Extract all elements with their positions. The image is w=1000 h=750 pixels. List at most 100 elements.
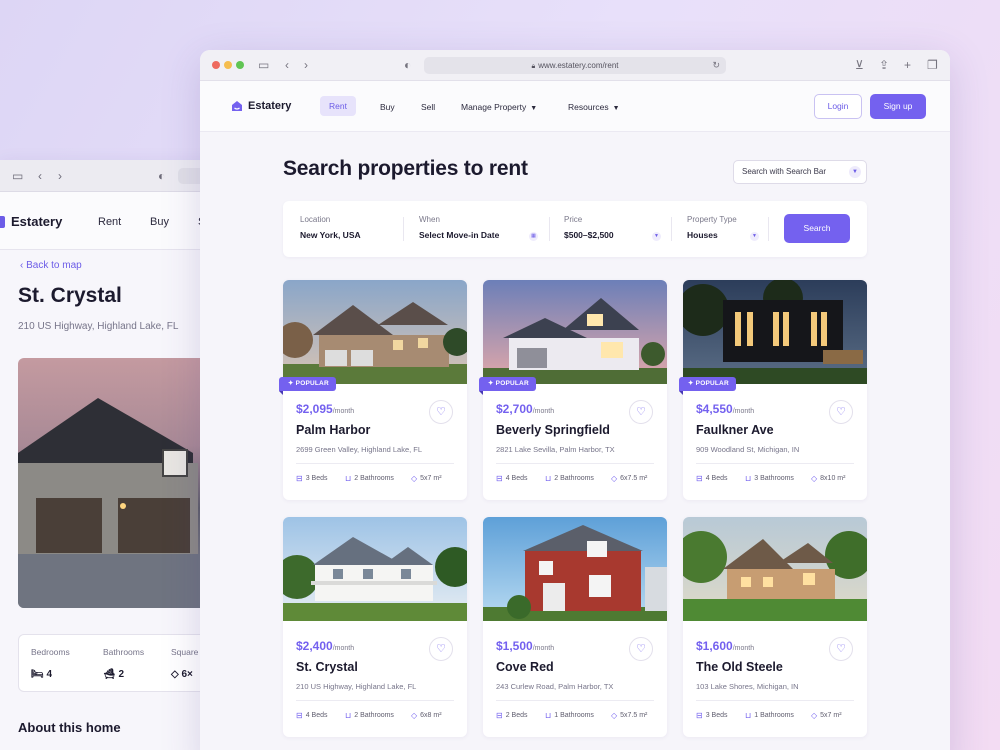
listing-beds: ⊟ 4 Beds (696, 474, 728, 483)
listing-photo[interactable] (683, 517, 867, 621)
favorite-heart-icon[interactable]: ♡ (829, 400, 853, 424)
filter-price-label: Price (564, 215, 583, 224)
chevron-down-icon[interactable]: ▼ (652, 232, 661, 241)
filter-when-label: When (419, 215, 440, 224)
minimize-window-icon[interactable] (224, 61, 232, 69)
sidebar-toggle-icon[interactable]: ▭ (12, 169, 23, 183)
listing-baths: ⊔ 2 Bathrooms (345, 711, 394, 720)
logo-house-icon (232, 101, 242, 111)
bath-icon: ⊔ (345, 711, 352, 720)
listing-name[interactable]: Beverly Springfield (496, 423, 610, 437)
forward-arrow-icon[interactable]: › (304, 58, 308, 72)
listing-size: ◇ 6x7.5 m² (611, 474, 648, 483)
favorite-heart-icon[interactable]: ♡ (629, 400, 653, 424)
nav-buy[interactable]: Buy (150, 216, 169, 228)
bed-icon: ⊟ (696, 711, 703, 720)
brand-logo[interactable]: Estatery (231, 100, 291, 112)
price-period: /month (532, 408, 555, 415)
listing-photo[interactable] (683, 280, 867, 384)
listing-baths: ⊔ 1 Bathrooms (745, 711, 794, 720)
page-title: Search properties to rent (283, 157, 528, 180)
search-button[interactable]: Search (784, 214, 850, 243)
listing-name[interactable]: Faulkner Ave (696, 423, 774, 437)
sparkle-icon: ✦ (688, 380, 696, 387)
url-bar[interactable]: 🔒︎ www.estatery.com/rent ↻ (424, 57, 726, 74)
listing-card-palm-harbor[interactable]: ✦ POPULAR $2,095/month ♡ Palm Harbor 269… (279, 280, 467, 500)
listing-price: $4,550/month (696, 402, 755, 416)
back-arrow-icon[interactable]: ‹ (285, 58, 289, 72)
listing-address: 210 US Highway, Highland Lake, FL (296, 682, 417, 691)
price-period: /month (332, 408, 355, 415)
search-mode-select[interactable]: Search with Search Bar ▼ (733, 160, 867, 184)
listing-card-cove-red[interactable]: $1,500/month ♡ Cove Red 243 Curlew Road,… (483, 517, 667, 737)
listing-name[interactable]: Cove Red (496, 660, 554, 674)
area-icon: ◇ (811, 711, 818, 720)
listing-photo[interactable] (283, 280, 467, 384)
favorite-heart-icon[interactable]: ♡ (429, 400, 453, 424)
stat-bedrooms-label: Bedrooms (31, 647, 70, 657)
reload-icon[interactable]: ↻ (712, 57, 720, 74)
nav-rent[interactable]: Rent (98, 216, 121, 228)
sidebar-toggle-icon[interactable]: ▭ (258, 58, 269, 72)
area-icon: ◇ (611, 474, 618, 483)
price-period: /month (732, 408, 755, 415)
filter-when-value: Select Move-in Date (419, 230, 500, 240)
chevron-down-icon[interactable]: ▼ (750, 232, 759, 241)
stat-bedrooms-value: 🛏︎ 4 (31, 669, 53, 680)
listing-address: 243 Curlew Road, Palm Harbor, TX (496, 682, 614, 691)
listing-photo[interactable] (483, 280, 667, 384)
nav-manage-property[interactable]: Manage Property ▼ (461, 102, 537, 112)
bath-icon: ⊔ (745, 711, 752, 720)
listing-name[interactable]: St. Crystal (296, 660, 358, 674)
listing-card-faulkner-ave[interactable]: ✦ POPULAR $4,550/month ♡ Faulkner Ave 90… (679, 280, 867, 500)
nav-sell[interactable]: Sell (421, 102, 435, 112)
listing-baths: ⊔ 2 Bathrooms (345, 474, 394, 483)
popular-badge: ✦ POPULAR (279, 377, 336, 395)
listing-card-st-crystal[interactable]: $2,400/month ♡ St. Crystal 210 US Highwa… (283, 517, 467, 737)
share-icon[interactable]: ⇪ (879, 58, 889, 72)
listing-price: $2,400/month (296, 639, 355, 653)
logo-mark-icon (0, 215, 5, 228)
bed-icon: ⊟ (496, 711, 503, 720)
favorite-heart-icon[interactable]: ♡ (829, 637, 853, 661)
listing-beds: ⊟ 3 Beds (296, 474, 328, 483)
signup-button[interactable]: Sign up (870, 94, 926, 119)
tabs-overview-icon[interactable]: ❐ (927, 58, 938, 72)
sparkle-icon: ✦ (288, 380, 296, 387)
house-illustration (18, 398, 208, 608)
close-window-icon[interactable] (212, 61, 220, 69)
calendar-icon[interactable]: ▦ (529, 232, 538, 241)
listing-name[interactable]: The Old Steele (696, 660, 783, 674)
bed-icon: ⊟ (296, 474, 303, 483)
forward-arrow-icon[interactable]: › (58, 169, 62, 183)
maximize-window-icon[interactable] (236, 61, 244, 69)
card-divider (296, 463, 454, 464)
favorite-heart-icon[interactable]: ♡ (429, 637, 453, 661)
listing-beds: ⊟ 2 Beds (496, 711, 528, 720)
listing-beds: ⊟ 4 Beds (496, 474, 528, 483)
listing-card-beverly-springfield[interactable]: ✦ POPULAR $2,700/month ♡ Beverly Springf… (479, 280, 667, 500)
url-text: www.estatery.com/rent (538, 61, 619, 70)
back-to-map-link[interactable]: ‹ Back to map (20, 260, 82, 271)
brand-name: Estatery (11, 214, 63, 229)
listing-photo[interactable] (283, 517, 467, 621)
download-icon[interactable]: ⊻ (855, 58, 864, 72)
listing-photo[interactable] (483, 517, 667, 621)
listing-beds: ⊟ 4 Beds (296, 711, 328, 720)
background-browser-chrome: ▭ ‹ › ◐ (0, 160, 230, 192)
login-button[interactable]: Login (814, 94, 862, 119)
favorite-heart-icon[interactable]: ♡ (629, 637, 653, 661)
chevron-down-icon: ▼ (530, 105, 538, 112)
listing-name[interactable]: Palm Harbor (296, 423, 370, 437)
listing-card-the-old-steele[interactable]: $1,600/month ♡ The Old Steele 103 Lake S… (683, 517, 867, 737)
price-period: /month (732, 645, 755, 652)
brand-logo[interactable]: Estatery (0, 214, 62, 229)
listing-baths: ⊔ 3 Bathrooms (745, 474, 794, 483)
nav-resources[interactable]: Resources ▼ (568, 102, 620, 112)
back-arrow-icon[interactable]: ‹ (38, 169, 42, 183)
new-tab-icon[interactable]: + (904, 58, 911, 72)
top-nav: Estatery Rent Buy Sell Manage Property ▼ … (200, 81, 950, 132)
property-photo (18, 358, 208, 608)
nav-buy[interactable]: Buy (380, 102, 395, 112)
nav-rent[interactable]: Rent (320, 96, 356, 116)
